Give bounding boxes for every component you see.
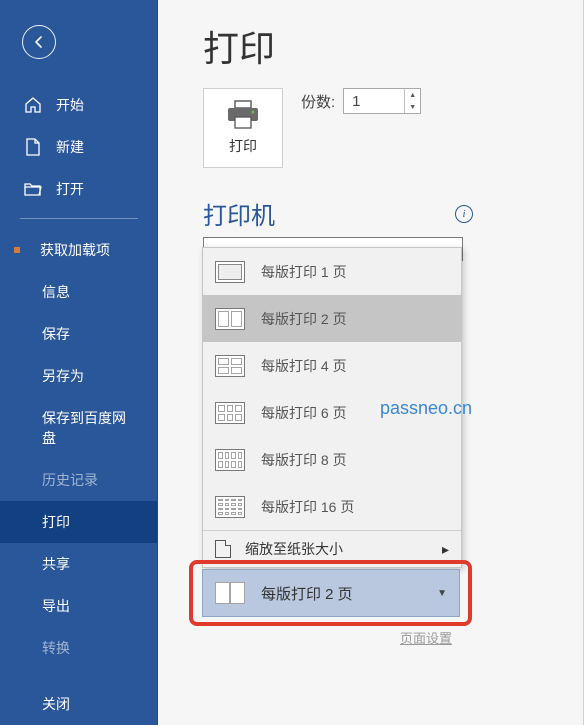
pps-option-label: 每版打印 2 页 bbox=[261, 309, 347, 329]
nav-label: 打印 bbox=[42, 512, 70, 532]
pps-option-label: 每版打印 8 页 bbox=[261, 450, 347, 470]
nav-label: 打开 bbox=[56, 179, 84, 199]
sidebar-separator bbox=[20, 218, 138, 219]
chevron-down-icon: ▼ bbox=[437, 588, 447, 599]
spin-down-button[interactable]: ▼ bbox=[405, 101, 420, 113]
pps-option-2[interactable]: 每版打印 2 页 bbox=[203, 295, 461, 342]
printer-info-icon[interactable]: i bbox=[455, 205, 473, 223]
copies-value: 1 bbox=[352, 93, 360, 110]
nav-info[interactable]: 信息 bbox=[0, 271, 158, 313]
nav-label: 保存到百度网盘 bbox=[42, 408, 138, 448]
copies-label: 份数: bbox=[301, 91, 335, 112]
pages-per-sheet-select[interactable]: 每版打印 2 页 ▼ bbox=[202, 569, 460, 617]
printer-icon bbox=[226, 100, 260, 130]
pps-option-4[interactable]: 每版打印 4 页 bbox=[203, 342, 461, 389]
nav-label: 开始 bbox=[56, 95, 84, 115]
nav-save[interactable]: 保存 bbox=[0, 313, 158, 355]
pps-current-label: 每版打印 2 页 bbox=[261, 583, 353, 604]
nav-save-baidu[interactable]: 保存到百度网盘 bbox=[0, 397, 158, 459]
pps-2-icon bbox=[215, 582, 245, 604]
nav-label: 保存 bbox=[42, 324, 70, 344]
nav-label: 获取加载项 bbox=[40, 240, 110, 260]
nav-open[interactable]: 打开 bbox=[0, 168, 158, 210]
copies-group: 份数: 1 ▲ ▼ bbox=[301, 88, 421, 114]
home-icon bbox=[24, 96, 42, 114]
pps-4-icon bbox=[215, 355, 245, 377]
print-button-label: 打印 bbox=[229, 136, 257, 156]
page-setup-link[interactable]: 页面设置 bbox=[400, 628, 452, 647]
nav-saveas[interactable]: 另存为 bbox=[0, 355, 158, 397]
nav-close[interactable]: 关闭 bbox=[0, 683, 158, 725]
print-button[interactable]: 打印 bbox=[203, 88, 283, 168]
print-row: 打印 份数: 1 ▲ ▼ bbox=[203, 88, 554, 168]
pps-option-label: 每版打印 1 页 bbox=[261, 262, 347, 282]
chevron-right-icon: ▸ bbox=[442, 541, 449, 558]
pages-per-sheet-menu: 每版打印 1 页 每版打印 2 页 每版打印 4 页 每版打印 6 页 每版打印… bbox=[202, 247, 462, 568]
pps-option-label: 每版打印 6 页 bbox=[261, 403, 347, 423]
nav-new[interactable]: 新建 bbox=[0, 126, 158, 168]
nav-label: 转换 bbox=[42, 638, 70, 658]
spin-up-button[interactable]: ▲ bbox=[405, 89, 420, 101]
nav-print[interactable]: 打印 bbox=[0, 501, 158, 543]
printer-section-label: 打印机 bbox=[203, 196, 275, 231]
pps-option-16[interactable]: 每版打印 16 页 bbox=[203, 483, 461, 530]
nav-export[interactable]: 导出 bbox=[0, 585, 158, 627]
pps-2-icon bbox=[215, 308, 245, 330]
copies-spinner: ▲ ▼ bbox=[404, 89, 420, 113]
open-folder-icon bbox=[24, 180, 42, 198]
bullet-icon bbox=[14, 247, 20, 253]
nav-transform[interactable]: 转换 bbox=[0, 627, 158, 669]
nav-history[interactable]: 历史记录 bbox=[0, 459, 158, 501]
page-icon bbox=[215, 540, 231, 558]
pps-8-icon bbox=[215, 449, 245, 471]
nav-label: 共享 bbox=[42, 554, 70, 574]
scale-to-paper-submenu[interactable]: 缩放至纸张大小 ▸ bbox=[203, 531, 461, 567]
nav-addins[interactable]: 获取加载项 bbox=[0, 229, 158, 271]
back-arrow-icon bbox=[31, 34, 47, 50]
nav-home[interactable]: 开始 bbox=[0, 84, 158, 126]
back-button[interactable] bbox=[22, 25, 56, 59]
nav-label: 另存为 bbox=[42, 366, 84, 386]
pps-16-icon bbox=[215, 496, 245, 518]
pps-option-6[interactable]: 每版打印 6 页 bbox=[203, 389, 461, 436]
pps-1-icon bbox=[215, 261, 245, 283]
pps-option-1[interactable]: 每版打印 1 页 bbox=[203, 248, 461, 295]
nav-label: 新建 bbox=[56, 137, 84, 157]
backstage-sidebar: 开始 新建 打开 获取加载项 信息 保存 另存为 保存到百度网盘 历史记录 打印… bbox=[0, 0, 158, 725]
pps-6-icon bbox=[215, 402, 245, 424]
pps-option-8[interactable]: 每版打印 8 页 bbox=[203, 436, 461, 483]
nav-label: 信息 bbox=[42, 282, 70, 302]
nav-label: 导出 bbox=[42, 596, 70, 616]
copies-input[interactable]: 1 ▲ ▼ bbox=[343, 88, 421, 114]
page-title: 打印 bbox=[203, 20, 554, 72]
pps-option-label: 每版打印 4 页 bbox=[261, 356, 347, 376]
nav-label: 历史记录 bbox=[42, 470, 98, 490]
scale-submenu-label: 缩放至纸张大小 bbox=[245, 539, 343, 559]
new-doc-icon bbox=[24, 138, 42, 156]
printer-section-title: 打印机 i bbox=[203, 196, 463, 231]
pps-option-label: 每版打印 16 页 bbox=[261, 497, 354, 517]
nav-label: 关闭 bbox=[42, 694, 70, 714]
nav-share[interactable]: 共享 bbox=[0, 543, 158, 585]
